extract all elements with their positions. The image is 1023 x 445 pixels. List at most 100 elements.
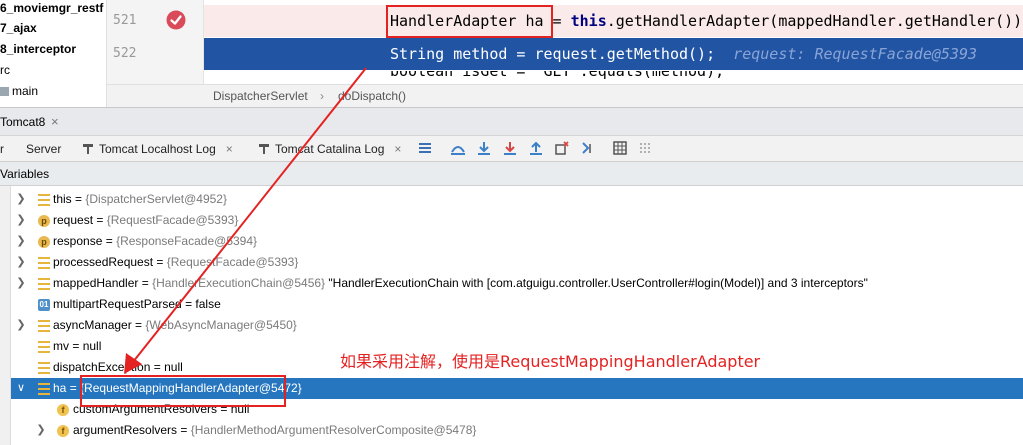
tab-label: Tomcat Localhost Log bbox=[99, 142, 216, 156]
step-into-icon[interactable] bbox=[502, 140, 518, 156]
project-item-ajax[interactable]: 7_ajax bbox=[0, 18, 37, 38]
step-over-icon[interactable] bbox=[476, 140, 492, 156]
drop-frame-icon[interactable] bbox=[554, 140, 570, 156]
chevron-down-icon[interactable]: ∨ bbox=[15, 378, 27, 399]
log-icon bbox=[259, 144, 269, 154]
equals-sign: = bbox=[177, 423, 191, 437]
equals-sign: = bbox=[93, 213, 107, 227]
line-number: 521 bbox=[113, 13, 137, 28]
variable-value: {HandlerExecutionChain@5456} bbox=[152, 276, 326, 290]
annotation-text: 如果采用注解，使用是RequestMappingHandlerAdapter bbox=[340, 352, 761, 371]
line-number: 522 bbox=[113, 46, 137, 61]
variables-title: Variables bbox=[0, 167, 50, 181]
editor-line-523[interactable]: boolean isGet = "GET".equals(method); bbox=[204, 71, 1023, 84]
editor-line-521[interactable]: HandlerAdapter ha = this.getHandlerAdapt… bbox=[204, 5, 1023, 37]
project-item-src[interactable]: rc bbox=[0, 60, 10, 80]
highlight-box-handler-adapter bbox=[386, 5, 553, 38]
variable-value: {ResponseFacade@5394} bbox=[116, 234, 258, 248]
chevron-right-icon[interactable]: ❯ bbox=[15, 273, 27, 294]
boolean-icon: 01 bbox=[38, 299, 50, 311]
project-tree: 6_moviemgr_restf 7_ajax 8_interceptor rc… bbox=[0, 0, 107, 107]
variable-value: null bbox=[82, 339, 102, 353]
variable-value: {RequestFacade@5393} bbox=[106, 213, 239, 227]
log-icon bbox=[83, 144, 93, 154]
equals-sign: = bbox=[138, 276, 153, 290]
parameter-icon: p bbox=[38, 215, 50, 227]
chevron-right-icon[interactable]: ❯ bbox=[35, 420, 47, 441]
debug-side-toolbar bbox=[0, 186, 11, 445]
code-rest-token: .getHandlerAdapter(mappedHandler.getHand… bbox=[606, 12, 1023, 30]
variable-name: asyncManager bbox=[53, 318, 132, 332]
equals-sign: = bbox=[71, 192, 86, 206]
project-item-label: rc bbox=[0, 63, 10, 77]
variable-row-asyncManager[interactable]: ❯ asyncManager = {WebAsyncManager@5450} bbox=[11, 315, 1023, 336]
equals-sign: = bbox=[150, 360, 165, 374]
debug-toolbar: r Server Tomcat Localhost Log × Tomcat Ca… bbox=[0, 135, 1023, 162]
variable-name: multipartRequestParsed bbox=[53, 297, 182, 311]
menu-icon[interactable] bbox=[417, 140, 433, 156]
variable-row-this[interactable]: ❯ this = {DispatcherServlet@4952} bbox=[11, 189, 1023, 210]
equals-sign: = bbox=[153, 255, 167, 269]
variable-value: {HandlerMethodArgumentResolverComposite@… bbox=[190, 423, 477, 437]
field-icon bbox=[38, 383, 50, 395]
debug-session-tab[interactable]: Tomcat8 bbox=[0, 115, 45, 129]
tab-tomcat-localhost-log[interactable]: Tomcat Localhost Log × bbox=[83, 142, 233, 156]
run-to-cursor-icon[interactable] bbox=[580, 140, 596, 156]
field-icon bbox=[38, 362, 50, 374]
evaluate-expression-icon[interactable] bbox=[612, 140, 628, 156]
variable-value: false bbox=[195, 297, 221, 311]
variable-row-multipartRequestParsed[interactable]: 01 multipartRequestParsed = false bbox=[11, 294, 1023, 315]
code-statement: String method = request.getMethod(); bbox=[390, 45, 716, 63]
variable-name: ha bbox=[53, 381, 67, 395]
variable-row-mappedHandler[interactable]: ❯ mappedHandler = {HandlerExecutionChain… bbox=[11, 273, 1023, 294]
tab-label: Tomcat Catalina Log bbox=[275, 142, 385, 156]
tab-debugger-fragment[interactable]: r bbox=[0, 142, 4, 156]
chevron-right-icon[interactable]: ❯ bbox=[15, 231, 27, 252]
close-icon[interactable]: × bbox=[51, 114, 59, 129]
trace-icon[interactable] bbox=[638, 140, 654, 156]
show-execution-point-icon[interactable] bbox=[450, 140, 466, 156]
variable-name: mappedHandler bbox=[53, 276, 139, 290]
chevron-right-icon[interactable]: ❯ bbox=[15, 210, 27, 231]
step-out-icon[interactable] bbox=[528, 140, 544, 156]
editor-gutter[interactable]: 521 522 bbox=[107, 0, 204, 84]
breadcrumb-separator: › bbox=[320, 89, 324, 103]
variable-value: {RequestFacade@5393} bbox=[166, 255, 299, 269]
field-icon bbox=[38, 257, 50, 269]
chevron-right-icon[interactable]: ❯ bbox=[15, 252, 27, 273]
variable-value: null bbox=[164, 360, 183, 374]
breadcrumb-method[interactable]: doDispatch() bbox=[338, 85, 406, 107]
chevron-right-icon[interactable]: ❯ bbox=[15, 189, 27, 210]
tab-tomcat-catalina-log[interactable]: Tomcat Catalina Log × bbox=[259, 142, 401, 156]
variable-row-processedRequest[interactable]: ❯ processedRequest = {RequestFacade@5393… bbox=[11, 252, 1023, 273]
variable-name: argumentResolvers bbox=[73, 423, 178, 437]
project-item-label: 8_interceptor bbox=[0, 42, 77, 56]
close-icon[interactable]: × bbox=[226, 142, 233, 156]
field-icon bbox=[38, 278, 50, 290]
variable-name: dispatchException bbox=[53, 360, 151, 374]
debug-tool-window-title: Tomcat8 × bbox=[0, 107, 1023, 135]
project-item-main[interactable]: main bbox=[0, 81, 38, 101]
variable-row-argumentResolvers[interactable]: ❯ f argumentResolvers = {HandlerMethodAr… bbox=[11, 420, 1023, 441]
inline-debug-value: request: RequestFacade@5393 bbox=[733, 45, 978, 63]
tab-server[interactable]: Server bbox=[26, 142, 61, 156]
variable-name: response bbox=[53, 234, 103, 248]
variable-row-response[interactable]: ❯ p response = {ResponseFacade@5394} bbox=[11, 231, 1023, 252]
project-item-interceptor[interactable]: 8_interceptor bbox=[0, 39, 76, 59]
breadcrumb-class[interactable]: DispatcherServlet bbox=[213, 85, 308, 107]
chevron-right-icon[interactable]: ❯ bbox=[15, 315, 27, 336]
highlight-box-ha-value bbox=[80, 375, 286, 407]
folder-icon bbox=[0, 87, 9, 97]
variable-value: {WebAsyncManager@5450} bbox=[145, 318, 297, 332]
equals-sign: = bbox=[131, 318, 146, 332]
project-item-label: 7_ajax bbox=[0, 21, 37, 35]
variable-name: mv bbox=[53, 339, 69, 353]
editor-line-522[interactable]: String method = request.getMethod(); req… bbox=[204, 38, 1023, 70]
field-icon bbox=[38, 320, 50, 332]
variable-row-request[interactable]: ❯ p request = {RequestFacade@5393} bbox=[11, 210, 1023, 231]
variable-value: {DispatcherServlet@4952} bbox=[85, 192, 227, 206]
close-icon[interactable]: × bbox=[394, 142, 401, 156]
f-field-icon: f bbox=[57, 404, 69, 416]
breakpoint-icon[interactable] bbox=[165, 9, 187, 31]
project-item-moviemgr[interactable]: 6_moviemgr_restf bbox=[0, 0, 103, 18]
